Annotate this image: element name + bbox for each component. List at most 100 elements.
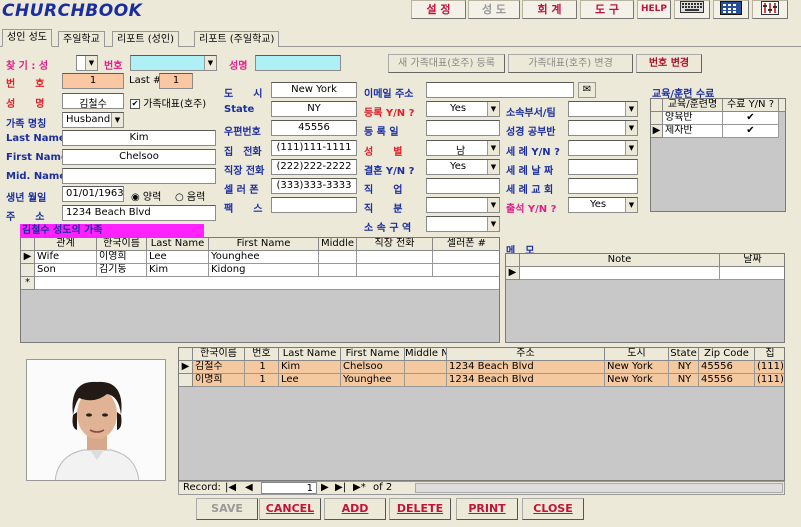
close-button[interactable]: CLOSE [522, 498, 584, 520]
list-cell[interactable]: Lee [279, 374, 341, 387]
last-record-icon[interactable]: ▶| [335, 482, 346, 494]
home-phone-field[interactable]: (111)111-1111 [271, 140, 357, 156]
list-cell[interactable]: 45556 [699, 361, 755, 374]
family-cell[interactable] [319, 264, 357, 277]
department-select[interactable]: ▼ [568, 101, 638, 117]
new-record-icon[interactable]: ▶* [353, 482, 366, 494]
mail-icon[interactable]: ✉ [578, 82, 596, 98]
save-button[interactable]: SAVE [196, 498, 258, 520]
family-role-select[interactable]: Husband ▼ [62, 112, 124, 128]
list-cell[interactable]: NY [669, 374, 699, 387]
last-name-field[interactable]: Kim [62, 130, 216, 146]
calculator-icon[interactable] [713, 0, 749, 19]
list-cell[interactable]: NY [669, 361, 699, 374]
lunar-radio[interactable]: ○ 음력 [175, 188, 205, 203]
memo-date-cell[interactable] [720, 267, 784, 280]
family-head-checkbox[interactable]: ✔ 가족대표(호주) [130, 95, 206, 110]
training-name-cell[interactable]: 양육반 [663, 112, 723, 125]
attendance-select[interactable]: Yes ▼ [568, 197, 638, 213]
family-new-row[interactable] [35, 277, 499, 290]
family-cell[interactable]: Lee [147, 251, 209, 264]
solar-radio[interactable]: ◉ 양력 [131, 188, 161, 203]
list-cell[interactable]: 45556 [699, 374, 755, 387]
bible-study-select[interactable]: ▼ [568, 120, 638, 136]
family-cell[interactable]: Kim [147, 264, 209, 277]
family-grid[interactable]: 관계 한국이름 Last Name First Name Middle 직장 전… [20, 237, 500, 343]
family-cell[interactable] [357, 251, 433, 264]
list-cell[interactable] [405, 374, 447, 387]
list-cell[interactable]: 1234 Beach Blvd [447, 374, 605, 387]
list-cell[interactable]: 1 [245, 374, 279, 387]
family-row-selector[interactable]: ▶ [21, 251, 35, 264]
family-cell[interactable] [433, 251, 499, 264]
tab-report-sunday[interactable]: 리포트 (주일학교) [194, 31, 280, 47]
new-family-button[interactable]: 새 가족대표(호주) 등록 [388, 54, 505, 73]
list-cell[interactable]: 1 [245, 361, 279, 374]
zip-field[interactable]: 45556 [271, 120, 357, 136]
help-button[interactable]: HELP [637, 0, 671, 19]
prev-record-icon[interactable]: ◀ [245, 482, 253, 494]
first-name-field[interactable]: Chelsoo [62, 149, 216, 165]
tools-button[interactable]: 도 구 [580, 0, 634, 19]
registered-select[interactable]: Yes ▼ [426, 101, 500, 117]
family-cell[interactable]: Son [35, 264, 97, 277]
reg-date-field[interactable] [426, 120, 500, 136]
memo-grid[interactable]: Note 날짜 ▶ [505, 253, 785, 343]
list-cell[interactable]: New York [605, 374, 669, 387]
next-record-icon[interactable]: ▶ [321, 482, 329, 494]
email-field[interactable] [426, 82, 574, 98]
address-field[interactable]: 1234 Beach Blvd [62, 205, 216, 221]
change-family-button[interactable]: 가족대표(호주) 변경 [508, 54, 633, 73]
family-cell[interactable]: Younghee [209, 251, 319, 264]
family-cell[interactable]: 김기동 [97, 264, 147, 277]
list-cell[interactable]: (111)1 [755, 374, 784, 387]
family-cell[interactable] [357, 264, 433, 277]
family-new-row-selector[interactable]: * [21, 277, 35, 290]
list-cell[interactable] [405, 361, 447, 374]
list-cell[interactable]: New York [605, 361, 669, 374]
name-field[interactable]: 김철수 [62, 93, 124, 109]
tab-sunday-school[interactable]: 주일학교 [58, 31, 105, 47]
training-done-cell[interactable]: ✔ [723, 112, 779, 125]
number-field[interactable]: 1 [62, 73, 124, 89]
accounting-button[interactable]: 회 계 [522, 0, 577, 19]
family-cell[interactable]: Kidong [209, 264, 319, 277]
memo-row-selector[interactable]: ▶ [506, 267, 520, 280]
add-button[interactable]: ADD [324, 498, 386, 520]
keyboard-icon[interactable] [674, 0, 710, 19]
family-row-selector[interactable] [21, 264, 35, 277]
training-row-selector[interactable] [651, 112, 663, 125]
delete-button[interactable]: DELETE [389, 498, 451, 520]
state-field[interactable]: NY [271, 101, 357, 117]
members-button[interactable]: 성 도 [468, 0, 520, 19]
birth-field[interactable]: 01/01/1963 [62, 186, 124, 202]
list-cell[interactable]: Younghee [341, 374, 405, 387]
position-select[interactable]: ▼ [426, 197, 500, 213]
baptism-church-field[interactable] [568, 178, 638, 194]
city-field[interactable]: New York [271, 82, 357, 98]
search-number-select[interactable]: ▼ [130, 55, 217, 71]
search-surname-select[interactable]: ▼ [76, 55, 98, 71]
training-grid[interactable]: 교육/훈련명 수료 Y/N ? 양육반 ✔ ▶ 제자반 ✔ [650, 98, 786, 212]
training-row-selector[interactable]: ▶ [651, 125, 663, 138]
training-name-cell[interactable]: 제자반 [663, 125, 723, 138]
list-cell[interactable]: 1234 Beach Blvd [447, 361, 605, 374]
search-name-input[interactable] [255, 55, 341, 71]
married-select[interactable]: Yes ▼ [426, 159, 500, 175]
baptism-date-field[interactable] [568, 159, 638, 175]
member-list-grid[interactable]: 한국이름 번호 Last Name First Name Middle N 주소… [178, 347, 785, 481]
job-field[interactable] [426, 178, 500, 194]
fax-field[interactable] [271, 197, 357, 213]
first-record-icon[interactable]: |◀ [225, 482, 236, 494]
work-phone-field[interactable]: (222)222-2222 [271, 159, 357, 175]
settings-button[interactable]: 설 정 [411, 0, 466, 19]
print-button[interactable]: PRINT [456, 498, 518, 520]
gender-select[interactable]: 남 ▼ [426, 140, 500, 156]
family-cell[interactable]: Wife [35, 251, 97, 264]
cell-phone-field[interactable]: (333)333-3333 [271, 178, 357, 194]
list-row-selector[interactable]: ▶ [179, 361, 193, 374]
last-number-field[interactable]: 1 [159, 73, 193, 89]
horizontal-scrollbar[interactable] [415, 483, 783, 493]
list-cell[interactable]: 김철수 [193, 361, 245, 374]
cancel-button[interactable]: CANCEL [259, 498, 321, 520]
